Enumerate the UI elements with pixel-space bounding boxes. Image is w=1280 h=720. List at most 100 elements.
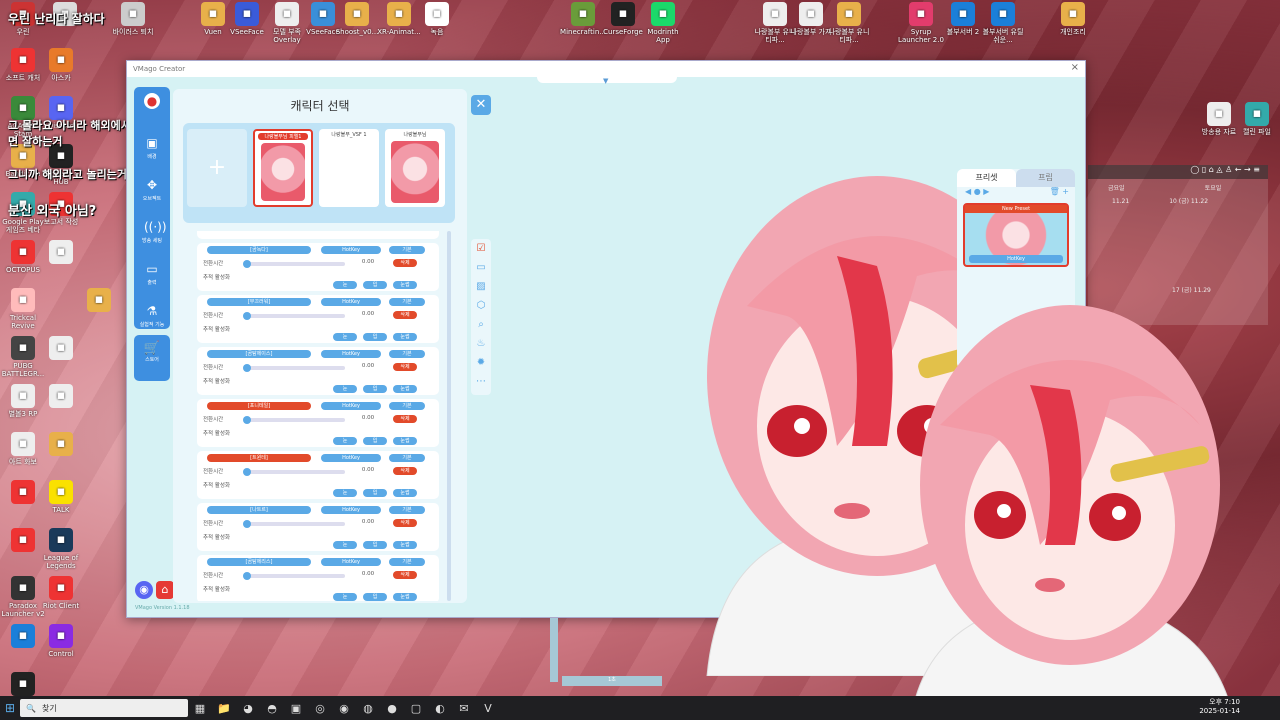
hotkey-button[interactable]: HotKey [321,506,381,514]
dots-icon[interactable]: ⋯ [471,372,491,391]
box-icon[interactable]: ▭ [471,258,491,277]
window-close-icon[interactable]: × [1071,62,1079,73]
eyebrow-toggle[interactable]: 눈썹 [393,489,417,497]
hotkey-button[interactable]: HotKey [321,402,381,410]
desktop-icon[interactable]: ▪ Syrup Launcher 2.0 [898,2,944,44]
eye-toggle[interactable]: 눈 [333,489,357,497]
hotkey-button[interactable]: HotKey [321,350,381,358]
desktop-icon[interactable]: ▪ 캘린 파일 [1234,102,1280,136]
delete-button[interactable]: 삭제 [393,259,417,267]
transition-slider[interactable] [243,364,345,372]
character-thumbnail[interactable]: 나랑볼부_VSF 1 [319,129,379,207]
mouth-toggle[interactable]: 입 [363,541,387,549]
home-icon[interactable]: ⌂ [156,581,174,599]
rail-item-user[interactable]: ● [134,93,170,133]
transition-slider[interactable] [243,312,345,320]
eyebrow-toggle[interactable]: 눈썹 [393,281,417,289]
steam-icon[interactable]: ◐ [428,702,452,715]
checkbox-icon[interactable]: ☑ [471,239,491,258]
chrome-icon[interactable]: ◕ [236,702,260,715]
star-gear-icon[interactable]: ✹ [471,353,491,372]
desktop-icon[interactable]: ▪ League of Legends [38,528,84,570]
eyebrow-toggle[interactable]: 눈썹 [393,333,417,341]
expression-name[interactable]: [부끄러워] [207,298,311,306]
transition-slider[interactable] [243,468,345,476]
mouth-toggle[interactable]: 입 [363,593,387,601]
slider-knob[interactable] [243,364,251,372]
mouth-toggle[interactable]: 입 [363,489,387,497]
slider-knob[interactable] [243,416,251,424]
delete-button[interactable]: 삭제 [393,415,417,423]
default-button[interactable]: 기본 [389,350,425,358]
eyebrow-toggle[interactable]: 눈썹 [393,437,417,445]
rail-item-broadcast[interactable]: ((·)) 방송 세팅 [134,219,170,259]
expression-name[interactable]: [나트르] [207,506,311,514]
desktop-icon[interactable]: ▪ Trickcal Revive [0,288,46,330]
lightbulb-icon[interactable]: ♨ [471,334,491,353]
mouth-toggle[interactable]: 입 [363,385,387,393]
gmail-icon[interactable]: ✉ [452,702,476,715]
default-button[interactable]: 기본 [389,558,425,566]
default-button[interactable]: 기본 [389,402,425,410]
delete-button[interactable]: 삭제 [393,467,417,475]
default-button[interactable]: 기본 [389,454,425,462]
desktop-icon[interactable]: ▪ 나랑볼부 유니티파... [826,2,872,44]
eyebrow-toggle[interactable]: 눈썹 [393,593,417,601]
transition-slider[interactable] [243,520,345,528]
prev-arrow-icon[interactable]: ◀ [965,187,971,196]
eye-toggle[interactable]: 눈 [333,333,357,341]
expression-name[interactable]: [포니테일] [207,402,311,410]
eyebrow-toggle[interactable]: 눈썹 [393,541,417,549]
desktop-icon[interactable]: ▪ 아스카 [38,48,84,82]
preset-hotkey-button[interactable]: HotKey [969,255,1063,263]
desktop-icon[interactable]: ▪ [38,336,84,362]
mouth-toggle[interactable]: 입 [363,281,387,289]
chevron-down-icon[interactable]: ▼ [603,77,608,85]
app-icon-3[interactable]: ◉ [332,702,356,715]
app-icon-2[interactable]: ◎ [308,702,332,715]
desktop-icon[interactable]: ▪ Control [38,624,84,658]
app-icon-1[interactable]: ▣ [284,702,308,715]
task-view-icon[interactable]: ▦ [188,702,212,715]
tab-preset[interactable]: 프리셋 [957,169,1016,187]
discord-icon[interactable]: ◉ [135,581,153,599]
slider-knob[interactable] [243,468,251,476]
desktop-icon[interactable]: ▪ [76,288,122,314]
discord-taskbar-icon[interactable]: ◍ [356,702,380,715]
vmago-taskbar-icon[interactable]: V [476,702,500,715]
delete-button[interactable]: 삭제 [393,571,417,579]
store-button[interactable]: 🛒 스토어 [134,335,170,381]
add-preset-icon[interactable]: + [1062,187,1069,196]
default-button[interactable]: 기본 [389,506,425,514]
eyebrow-toggle[interactable]: 눈썹 [393,385,417,393]
mouth-toggle[interactable]: 입 [363,333,387,341]
trash-icon[interactable]: 🗑 [1050,187,1060,196]
gear-cube-icon[interactable]: ⬡ [471,296,491,315]
desktop-icon[interactable]: ▪ [38,432,84,458]
expression-name[interactable]: [곰탐에리스] [207,558,311,566]
obs-icon[interactable]: ● [380,702,404,715]
picture-icon[interactable]: ▨ [471,277,491,296]
slider-knob[interactable] [243,520,251,528]
edge-icon[interactable]: ◓ [260,702,284,715]
hotkey-button[interactable]: HotKey [321,454,381,462]
desktop-icon[interactable]: ▪ Shoost_v0... [334,2,380,36]
delete-button[interactable]: 삭제 [393,311,417,319]
hotkey-button[interactable]: HotKey [321,558,381,566]
transition-slider[interactable] [243,416,345,424]
slider-knob[interactable] [243,260,251,268]
rail-item-monitor[interactable]: ▭ 출력 [134,261,170,301]
eye-toggle[interactable]: 눈 [333,437,357,445]
app-icon-4[interactable]: ▢ [404,702,428,715]
default-button[interactable]: 기본 [389,246,425,254]
taskbar-search[interactable]: 🔍 찾기 [20,699,188,717]
character-thumbnail[interactable]: 나랑볼부님 [385,129,445,207]
eye-toggle[interactable]: 눈 [333,541,357,549]
file-explorer-icon[interactable]: 📁 [212,702,236,715]
desktop-icon[interactable]: ▪ 개인조리 [1050,2,1096,36]
expression-name[interactable]: [곰녹다] [207,246,311,254]
slider-knob[interactable] [243,572,251,580]
close-panel-button[interactable]: ✕ [471,95,491,115]
eye-toggle[interactable]: 눈 [333,281,357,289]
expression-name[interactable]: [트윈테] [207,454,311,462]
